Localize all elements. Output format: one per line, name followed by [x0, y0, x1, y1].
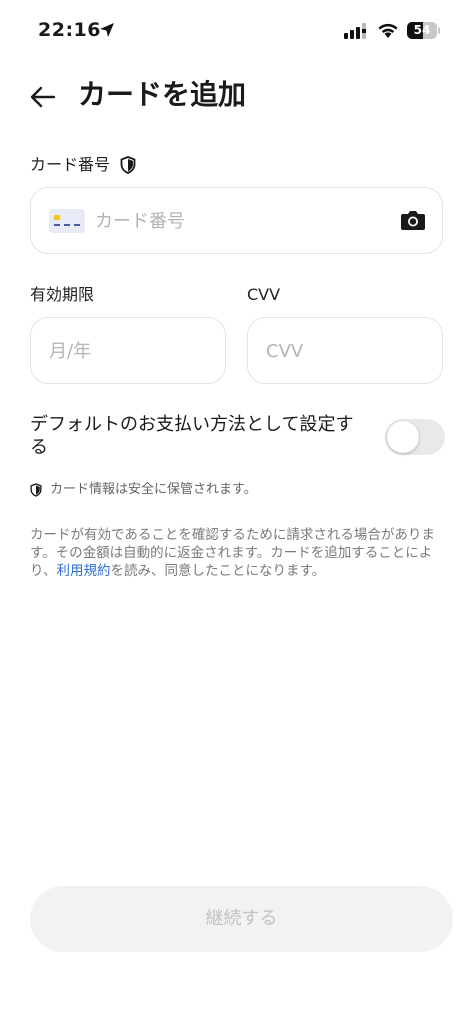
- default-payment-toggle[interactable]: [385, 419, 445, 455]
- battery-icon: 54: [407, 22, 440, 39]
- page-title: カードを追加: [78, 78, 247, 111]
- security-shield-icon: [30, 483, 42, 497]
- location-arrow-icon: [100, 23, 114, 37]
- expiry-label: 有効期限: [30, 285, 95, 304]
- cvv-input[interactable]: [266, 338, 426, 364]
- status-bar: 22:16 54: [0, 0, 473, 60]
- security-note: カード情報は安全に保管されます。: [50, 482, 257, 497]
- back-arrow-icon: [30, 86, 56, 108]
- default-payment-label: デフォルトのお支払い方法として設定する: [30, 414, 354, 458]
- status-time: 22:16: [38, 19, 101, 41]
- credit-card-icon: [49, 209, 85, 233]
- back-button[interactable]: [26, 80, 60, 114]
- add-card-screen: 22:16 54 カードを追加 カード番号 カード番号 有効期限 月/年 CVV…: [0, 0, 473, 1024]
- toggle-knob: [387, 421, 419, 453]
- continue-button[interactable]: 継続する: [30, 886, 453, 952]
- card-number-label: カード番号: [30, 155, 111, 174]
- cvv-label: CVV: [247, 285, 281, 304]
- shield-icon: [120, 156, 136, 174]
- terms-link[interactable]: 利用規約: [56, 563, 110, 579]
- expiry-field[interactable]: [30, 317, 226, 384]
- camera-icon[interactable]: [400, 209, 426, 231]
- battery-level: 54: [413, 23, 431, 37]
- wifi-icon: [378, 23, 398, 38]
- cellular-signal-icon: [344, 23, 366, 39]
- card-number-input[interactable]: [95, 208, 385, 234]
- disclaimer-text: カードが有効であることを確認するために請求される場合があります。その金額は自動的…: [30, 526, 442, 580]
- disclaimer-text-after: を読み、同意したことになります。: [110, 563, 326, 579]
- cvv-field[interactable]: [247, 317, 443, 384]
- card-number-field[interactable]: [30, 187, 443, 254]
- expiry-input[interactable]: [49, 338, 209, 364]
